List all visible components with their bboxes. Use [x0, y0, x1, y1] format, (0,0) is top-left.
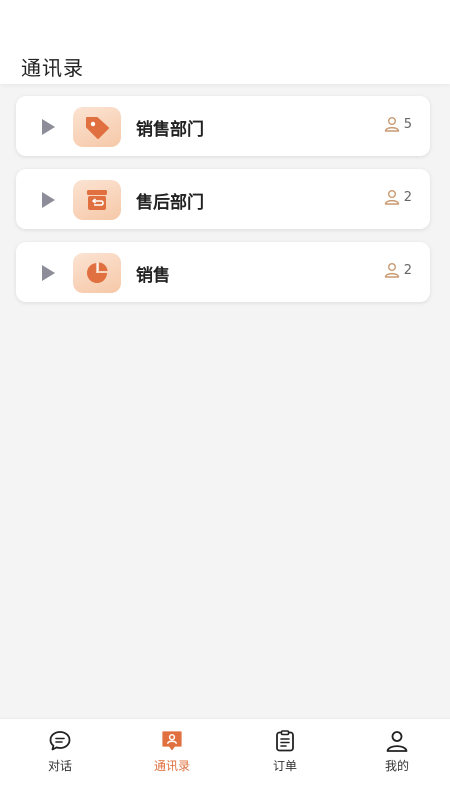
member-count-group: 2 — [384, 189, 412, 205]
tab-label: 我的 — [384, 759, 409, 773]
department-icon-box — [73, 107, 121, 147]
price-tag-icon — [86, 117, 109, 139]
expand-arrow-icon[interactable] — [40, 118, 56, 136]
department-name: 销售部门 — [136, 120, 204, 140]
department-icon-box — [73, 180, 121, 220]
tab-contacts[interactable]: 通讯录 — [116, 719, 228, 800]
app-root: 通讯录 销售部门 5 售后部门 2 销售 2 对话 通讯录 订单 我的 — [0, 0, 450, 800]
person-icon — [384, 117, 399, 132]
member-count: 2 — [403, 189, 412, 205]
user-icon — [385, 729, 409, 753]
tab-chat[interactable]: 对话 — [4, 719, 116, 800]
page-title: 通讯录 — [21, 56, 84, 80]
expand-arrow-icon[interactable] — [40, 264, 56, 282]
tab-label: 对话 — [47, 759, 72, 773]
header: 通讯录 — [0, 0, 450, 84]
department-name: 售后部门 — [136, 193, 204, 213]
department-name: 销售 — [136, 266, 170, 286]
member-count: 2 — [403, 262, 412, 278]
chat-bubble-icon — [48, 729, 72, 753]
department-item[interactable]: 销售 2 — [16, 242, 430, 302]
pie-chart-icon — [87, 262, 108, 283]
department-item[interactable]: 售后部门 2 — [16, 169, 430, 229]
contacts-book-icon — [160, 729, 184, 753]
person-icon — [384, 263, 399, 278]
return-box-icon — [87, 190, 107, 210]
clipboard-icon — [273, 729, 297, 753]
expand-arrow-icon[interactable] — [40, 191, 56, 209]
member-count-group: 5 — [384, 116, 412, 132]
tab-orders[interactable]: 订单 — [229, 719, 341, 800]
member-count: 5 — [403, 116, 412, 132]
tab-label: 订单 — [272, 759, 297, 773]
tab-label: 通讯录 — [153, 759, 190, 773]
tab-me[interactable]: 我的 — [341, 719, 450, 800]
department-item[interactable]: 销售部门 5 — [16, 96, 430, 156]
member-count-group: 2 — [384, 262, 412, 278]
bottom-tab-bar: 对话 通讯录 订单 我的 — [0, 718, 450, 800]
department-icon-box — [73, 253, 121, 293]
person-icon — [384, 190, 399, 205]
